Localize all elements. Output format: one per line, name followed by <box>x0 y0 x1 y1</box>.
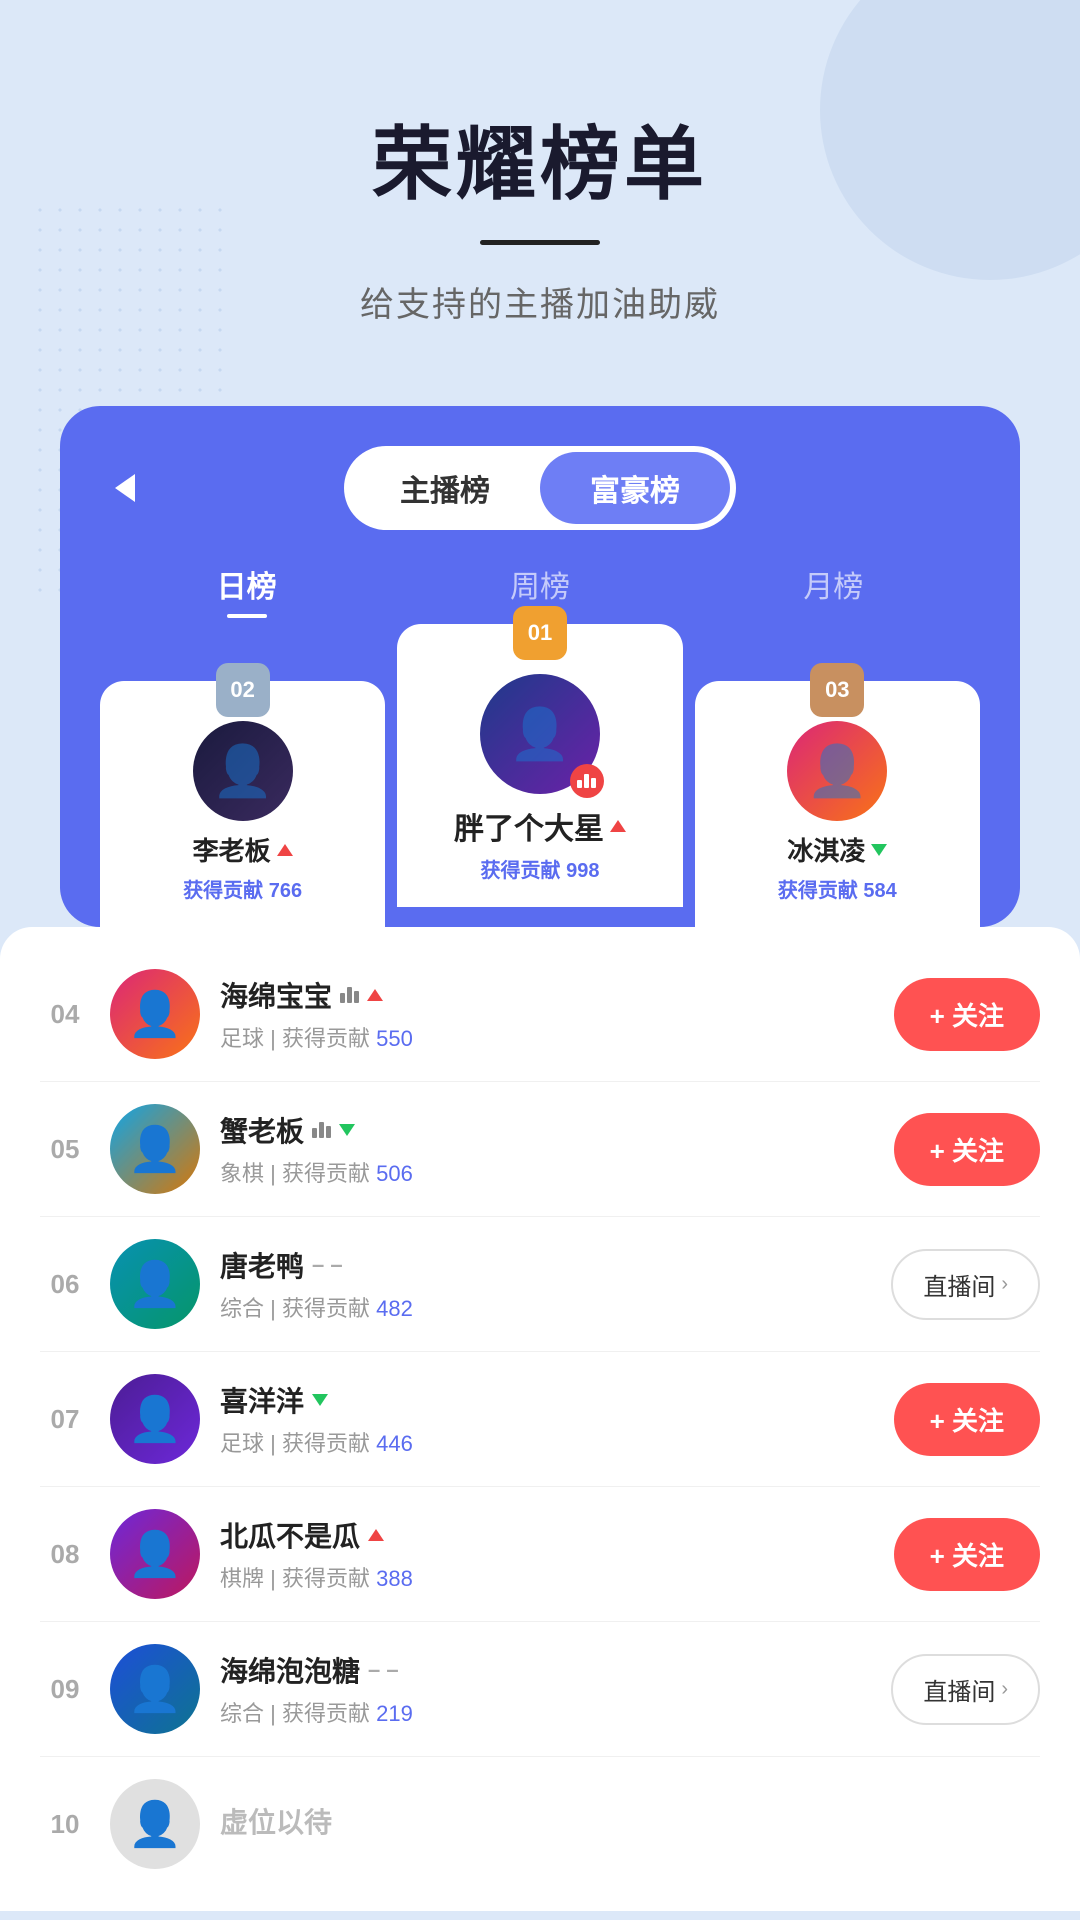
avatar-3: 👤 <box>787 721 887 821</box>
podium-name-1: 胖了个大星 <box>409 804 670 848</box>
list-info-8: 北瓜不是瓜 棋牌 | 获得贡献 388 <box>220 1515 874 1593</box>
list-info-7: 喜洋洋 足球 | 获得贡献 446 <box>220 1380 874 1458</box>
list-item-7: 07 👤 喜洋洋 足球 | 获得贡献 446 + 关注 <box>40 1352 1040 1487</box>
top-nav: 主播榜 富豪榜 <box>100 446 980 530</box>
list-avatar-6: 👤 <box>110 1239 200 1329</box>
tab-switcher: 主播榜 富豪榜 <box>344 446 736 530</box>
list-rank-9: 09 <box>40 1674 90 1705</box>
list-item-10: 10 👤 虚位以待 <box>40 1757 1040 1891</box>
live-button-9[interactable]: 直播间 › <box>891 1654 1040 1725</box>
list-rank-10: 10 <box>40 1809 90 1840</box>
list-avatar-8: 👤 <box>110 1509 200 1599</box>
list-rank-5: 05 <box>40 1134 90 1165</box>
chevron-right-icon: › <box>1001 1678 1008 1701</box>
placeholder-avatar-10: 👤 <box>110 1779 200 1869</box>
podium-rank-3: 03 👤 冰淇凌 获得贡献 584 <box>695 681 980 927</box>
list-info-5: 蟹老板 象棋 | 获得贡献 506 <box>220 1110 874 1188</box>
list-name-9: 海绵泡泡糖 – – <box>220 1650 871 1690</box>
period-tab-monthly[interactable]: 月榜 <box>803 562 863 614</box>
list-section: 04 👤 海绵宝宝 足球 | 获得贡献 550 + 关注 <box>0 927 1080 1911</box>
header: 荣耀榜单 给支持的主播加油助威 <box>0 0 1080 366</box>
list-name-5: 蟹老板 <box>220 1110 874 1150</box>
chevron-right-icon: › <box>1001 1273 1008 1296</box>
avatar-container-1: 👤 <box>480 674 600 794</box>
list-item-6: 06 👤 唐老鸭 – – 综合 | 获得贡献 482 直播间 › <box>40 1217 1040 1352</box>
list-name-10: 虚位以待 <box>220 1801 1040 1841</box>
list-name-6: 唐老鸭 – – <box>220 1245 871 1285</box>
list-meta-7: 足球 | 获得贡献 446 <box>220 1426 874 1458</box>
list-meta-6: 综合 | 获得贡献 482 <box>220 1291 871 1323</box>
trend-up-icon <box>610 820 626 832</box>
list-meta-5: 象棋 | 获得贡献 506 <box>220 1156 874 1188</box>
rank-badge-3: 03 <box>810 663 864 717</box>
page-title: 荣耀榜单 <box>0 100 1080 216</box>
trend-up-icon <box>368 1529 384 1541</box>
trend-down-icon <box>339 1124 355 1136</box>
list-meta-8: 棋牌 | 获得贡献 388 <box>220 1561 874 1593</box>
contribution-3: 获得贡献 584 <box>707 874 968 903</box>
list-name-8: 北瓜不是瓜 <box>220 1515 874 1555</box>
contribution-2: 获得贡献 766 <box>112 874 373 903</box>
bars-small-icon <box>340 987 359 1003</box>
list-avatar-5: 👤 <box>110 1104 200 1194</box>
follow-button-5[interactable]: + 关注 <box>894 1113 1040 1186</box>
back-button[interactable] <box>100 463 150 513</box>
live-indicator <box>570 764 604 798</box>
avatar-container-2: 👤 <box>193 721 293 821</box>
trend-down-icon <box>871 844 887 856</box>
list-info-6: 唐老鸭 – – 综合 | 获得贡献 482 <box>220 1245 871 1323</box>
live-button-6[interactable]: 直播间 › <box>891 1249 1040 1320</box>
avatar-container-3: 👤 <box>787 721 887 821</box>
trend-up-icon <box>277 844 293 856</box>
bars-icon <box>577 774 596 788</box>
list-rank-6: 06 <box>40 1269 90 1300</box>
list-item-4: 04 👤 海绵宝宝 足球 | 获得贡献 550 + 关注 <box>40 947 1040 1082</box>
list-info-9: 海绵泡泡糖 – – 综合 | 获得贡献 219 <box>220 1650 871 1728</box>
podium-name-3: 冰淇凌 <box>707 831 968 868</box>
trend-down-icon <box>312 1394 328 1406</box>
podium-rank-2: 02 👤 李老板 获得贡献 766 <box>100 681 385 927</box>
main-card: 主播榜 富豪榜 日榜 周榜 月榜 02 👤 李老板 获得贡献 766 <box>60 406 1020 927</box>
tab-rich-button[interactable]: 富豪榜 <box>540 452 730 524</box>
podium: 02 👤 李老板 获得贡献 766 01 👤 <box>100 644 980 927</box>
follow-button-7[interactable]: + 关注 <box>894 1383 1040 1456</box>
list-item-8: 08 👤 北瓜不是瓜 棋牌 | 获得贡献 388 + 关注 <box>40 1487 1040 1622</box>
list-item-5: 05 👤 蟹老板 象棋 | 获得贡献 506 + 关注 <box>40 1082 1040 1217</box>
back-chevron-icon <box>115 474 135 502</box>
list-name-4: 海绵宝宝 <box>220 975 874 1015</box>
avatar-2: 👤 <box>193 721 293 821</box>
list-rank-7: 07 <box>40 1404 90 1435</box>
list-info-4: 海绵宝宝 足球 | 获得贡献 550 <box>220 975 874 1053</box>
list-avatar-9: 👤 <box>110 1644 200 1734</box>
list-meta-4: 足球 | 获得贡献 550 <box>220 1021 874 1053</box>
list-avatar-4: 👤 <box>110 969 200 1059</box>
list-avatar-7: 👤 <box>110 1374 200 1464</box>
follow-button-4[interactable]: + 关注 <box>894 978 1040 1051</box>
list-rank-4: 04 <box>40 999 90 1030</box>
trend-up-icon <box>367 989 383 1001</box>
title-divider <box>480 240 600 245</box>
bars-small-icon <box>312 1122 331 1138</box>
contribution-1: 获得贡献 998 <box>409 854 670 883</box>
rank-badge-2: 02 <box>216 663 270 717</box>
tab-anchor-button[interactable]: 主播榜 <box>350 452 540 524</box>
list-rank-8: 08 <box>40 1539 90 1570</box>
page-subtitle: 给支持的主播加油助威 <box>0 277 1080 326</box>
podium-name-2: 李老板 <box>112 831 373 868</box>
follow-button-8[interactable]: + 关注 <box>894 1518 1040 1591</box>
period-tab-daily[interactable]: 日榜 <box>217 562 277 614</box>
list-info-10: 虚位以待 <box>220 1801 1040 1847</box>
list-meta-9: 综合 | 获得贡献 219 <box>220 1696 871 1728</box>
podium-rank-1: 01 👤 胖了个大星 获得贡献 998 <box>397 624 682 907</box>
list-item-9: 09 👤 海绵泡泡糖 – – 综合 | 获得贡献 219 直播间 › <box>40 1622 1040 1757</box>
rank-badge-1: 01 <box>513 606 567 660</box>
list-name-7: 喜洋洋 <box>220 1380 874 1420</box>
